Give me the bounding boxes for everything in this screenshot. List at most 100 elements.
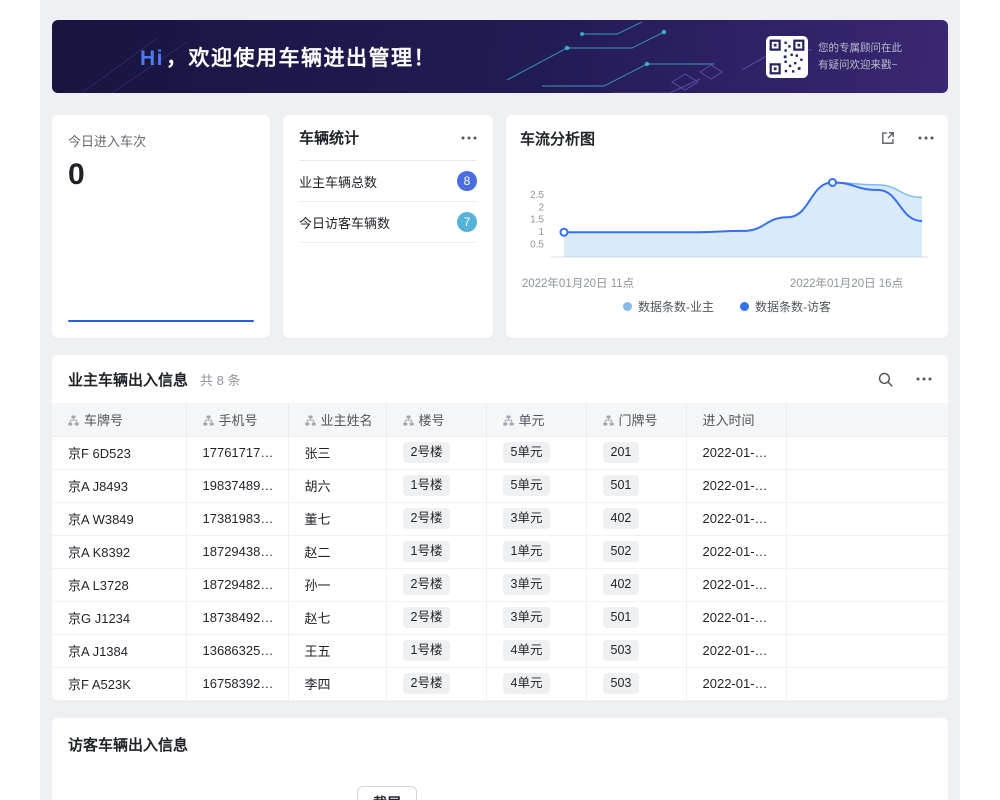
table-cell: 201: [586, 436, 686, 469]
vehicle-stats-title: 车辆统计: [299, 127, 359, 148]
table-cell: 1单元: [486, 535, 586, 568]
x-axis-label: 2022年01月20日 11点: [522, 275, 634, 291]
column-header-label: 业主姓名: [321, 413, 373, 428]
table-cell-empty: [786, 568, 948, 601]
owner-table-header: 业主车辆出入信息 共 8 条: [52, 355, 948, 403]
today-entry-title: 今日进入车次: [68, 131, 254, 150]
table-cell: 18729482…: [186, 568, 288, 601]
tag-pill: 3单元: [503, 508, 551, 528]
table-cell: 京G J1234: [52, 601, 186, 634]
table-cell: 2022-01-…: [686, 502, 786, 535]
field-type-icon: [403, 415, 414, 426]
column-header-3[interactable]: 楼号: [386, 403, 486, 436]
chart-x-axis: 2022年01月20日 11点2022年01月20日 16点: [520, 274, 934, 291]
table-cell: 1号楼: [386, 469, 486, 502]
owner-vehicles-table: 车牌号手机号业主姓名楼号单元门牌号进入时间京F 6D52317761717…张三…: [52, 403, 948, 701]
qr-code[interactable]: [766, 36, 808, 78]
column-header-label: 单元: [519, 413, 545, 428]
column-header-empty: [786, 403, 948, 436]
qr-caption-line2: 有疑问欢迎来戳~: [818, 57, 902, 74]
banner-greeting-text: ，欢迎使用车辆进出管理！: [166, 47, 436, 70]
traffic-chart-card: 车流分析图 0.511.522.5 2: [506, 115, 948, 338]
table-cell: 502: [586, 535, 686, 568]
table-cell: 1号楼: [386, 634, 486, 667]
legend-label: 数据条数-访客: [755, 298, 831, 315]
stat-row: 业主车辆总数8: [299, 161, 477, 202]
tag-pill: 503: [603, 673, 640, 693]
partial-bottom-button[interactable]: 截屏: [357, 786, 417, 800]
svg-text:2: 2: [538, 202, 544, 213]
table-cell: 501: [586, 601, 686, 634]
table-cell: 19837489…: [186, 469, 288, 502]
column-header-0[interactable]: 车牌号: [52, 403, 186, 436]
table-cell: 18729438…: [186, 535, 288, 568]
table-cell: 2号楼: [386, 436, 486, 469]
banner-consultant-block: 您的专属顾问在此 有疑问欢迎来戳~: [766, 36, 902, 78]
column-header-6[interactable]: 进入时间: [686, 403, 786, 436]
tag-pill: 2号楼: [403, 607, 451, 627]
owner-table-card: 业主车辆出入信息 共 8 条 车牌号手机号业主姓名楼号单元门牌号进入时间京F 6…: [52, 355, 948, 701]
tag-pill: 5单元: [503, 442, 551, 462]
tag-pill: 3单元: [503, 607, 551, 627]
search-icon[interactable]: [877, 371, 894, 388]
table-cell: 18738492…: [186, 601, 288, 634]
column-header-2[interactable]: 业主姓名: [288, 403, 386, 436]
stat-label: 今日访客车辆数: [299, 213, 390, 232]
tag-pill: 2号楼: [403, 673, 451, 693]
table-row: 京G J123418738492…赵七2号楼3单元5012022-01-…: [52, 601, 948, 634]
table-cell-empty: [786, 601, 948, 634]
svg-text:2.5: 2.5: [530, 190, 544, 201]
table-cell-empty: [786, 634, 948, 667]
traffic-chart-plot: 0.511.522.5: [520, 163, 934, 274]
tag-pill: 1单元: [503, 541, 551, 561]
tag-pill: 1号楼: [403, 640, 451, 660]
column-header-label: 手机号: [219, 413, 258, 428]
column-header-5[interactable]: 门牌号: [586, 403, 686, 436]
table-cell: 3单元: [486, 568, 586, 601]
owner-table-title: 业主车辆出入信息: [68, 369, 188, 390]
export-icon[interactable]: [880, 130, 896, 146]
table-cell-empty: [786, 436, 948, 469]
tag-pill: 4单元: [503, 640, 551, 660]
table-row: 京F A523K16758392…李四2号楼4单元5032022-01-…: [52, 667, 948, 700]
table-cell: 402: [586, 568, 686, 601]
legend-item[interactable]: 数据条数-访客: [740, 298, 831, 315]
welcome-banner: Hi，欢迎使用车辆进出管理！: [52, 20, 948, 93]
tag-pill: 501: [603, 607, 640, 627]
field-type-icon: [68, 415, 79, 426]
more-icon[interactable]: [461, 136, 477, 140]
table-cell: 王五: [288, 634, 386, 667]
column-header-4[interactable]: 单元: [486, 403, 586, 436]
more-icon[interactable]: [916, 377, 932, 381]
tag-pill: 2号楼: [403, 574, 451, 594]
column-header-1[interactable]: 手机号: [186, 403, 288, 436]
table-cell: 京A J1384: [52, 634, 186, 667]
table-cell: 2022-01-…: [686, 568, 786, 601]
vehicle-stats-rows: 业主车辆总数8今日访客车辆数7: [299, 161, 477, 243]
table-header-row: 车牌号 手机号 业主姓名楼号 单元 门牌号 进入时间: [52, 403, 948, 436]
table-cell-empty: [786, 667, 948, 700]
chart-legend: 数据条数-业主 数据条数-访客: [520, 298, 934, 315]
visitor-table-card: 访客车辆出入信息 截屏: [52, 718, 948, 800]
banner-greeting-highlight: Hi: [140, 47, 164, 70]
table-cell: 京A J8493: [52, 469, 186, 502]
today-entry-accent-bar: [68, 320, 254, 322]
table-cell: 京A K8392: [52, 535, 186, 568]
tag-pill: 5单元: [503, 475, 551, 495]
table-row: 京A L372818729482…孙一2号楼3单元4022022-01-…: [52, 568, 948, 601]
column-header-label: 门牌号: [619, 413, 658, 428]
traffic-chart-title: 车流分析图: [520, 128, 595, 149]
tag-pill: 402: [603, 574, 640, 594]
legend-item[interactable]: 数据条数-业主: [623, 298, 714, 315]
table-cell: 4单元: [486, 634, 586, 667]
field-type-icon: [503, 415, 514, 426]
more-icon[interactable]: [918, 136, 934, 140]
tag-pill: 501: [603, 475, 640, 495]
visitor-table-title: 访客车辆出入信息: [68, 734, 932, 755]
banner-title: Hi，欢迎使用车辆进出管理！: [140, 42, 436, 72]
table-cell: 5单元: [486, 436, 586, 469]
stat-badge: 8: [457, 171, 477, 191]
table-cell: 3单元: [486, 502, 586, 535]
stat-row: 今日访客车辆数7: [299, 202, 477, 243]
legend-dot: [623, 302, 632, 311]
